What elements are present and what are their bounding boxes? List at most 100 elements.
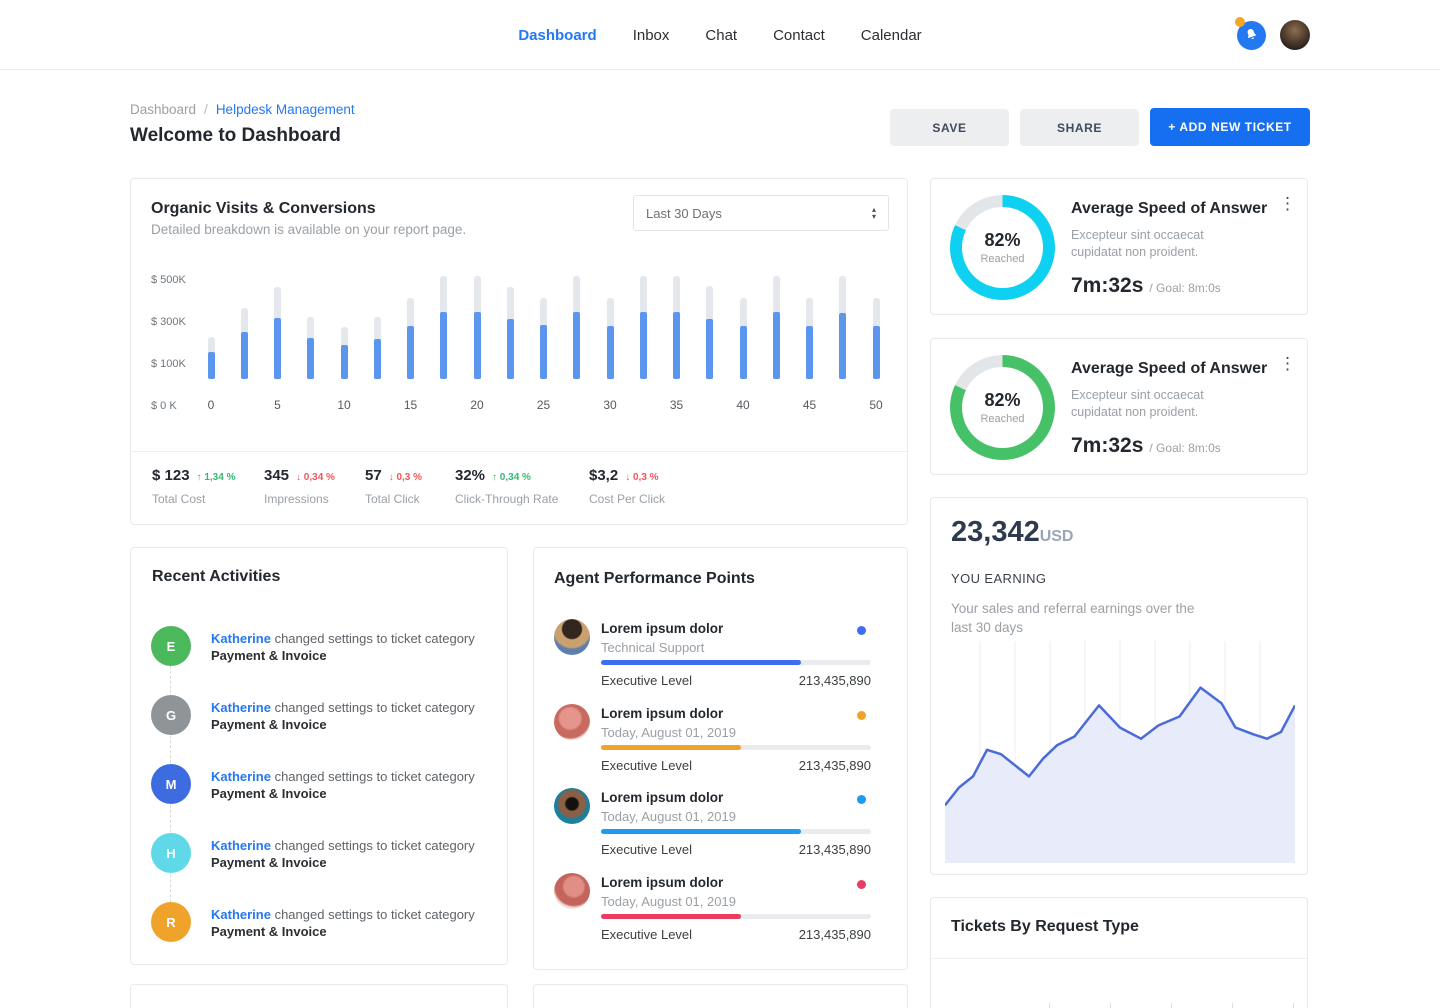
stat-cost-per-click: $3,2↓ 0,3 %Cost Per Click: [589, 467, 665, 506]
nav-item-contact[interactable]: Contact: [773, 27, 825, 44]
activity-user[interactable]: Katherine: [211, 769, 271, 784]
breadcrumb-current[interactable]: Helpdesk Management: [216, 102, 355, 117]
chart-tick: [1171, 1003, 1172, 1008]
donut-percent: 82%: [984, 390, 1020, 411]
x-axis-tick: 40: [736, 398, 749, 412]
stat-value: 345: [264, 467, 289, 484]
activity-user[interactable]: Katherine: [211, 700, 271, 715]
activity-user[interactable]: Katherine: [211, 631, 271, 646]
stat-label: Click-Through Rate: [455, 492, 558, 506]
activity-category: Payment & Invoice: [211, 648, 327, 663]
nav-item-dashboard[interactable]: Dashboard: [518, 27, 596, 44]
activity-category: Payment & Invoice: [211, 924, 327, 939]
activity-user[interactable]: Katherine: [211, 838, 271, 853]
speed-goal: / Goal: 8m:0s: [1149, 281, 1220, 295]
divider: [131, 451, 907, 452]
bell-icon: [1244, 27, 1259, 45]
speed-card-description: Excepteur sint occaecat cupidatat non pr…: [1071, 387, 1251, 421]
agent-name: Lorem ipsum dolor: [601, 621, 723, 636]
card-partial-left: [130, 984, 508, 1008]
earnings-card: 23,342USD YOU EARNING Your sales and ref…: [930, 497, 1308, 875]
stat-total-cost: $ 123↑ 1,34 %Total Cost: [152, 467, 235, 506]
recent-activity-item[interactable]: EKatherine changed settings to ticket ca…: [131, 626, 507, 666]
x-axis-tick: 10: [337, 398, 350, 412]
agent-avatar: [554, 704, 590, 740]
chart-tick: [1293, 1003, 1294, 1008]
activity-avatar: H: [151, 833, 191, 873]
agent-subtitle: Today, August 01, 2019: [601, 725, 736, 740]
stat-total-click: 57↓ 0,3 %Total Click: [365, 467, 422, 506]
save-button[interactable]: SAVE: [890, 109, 1009, 146]
speed-time: 7m:32s/ Goal: 8m:0s: [1071, 434, 1221, 458]
user-avatar[interactable]: [1280, 20, 1310, 50]
nav-item-inbox[interactable]: Inbox: [633, 27, 670, 44]
agent-avatar: [554, 873, 590, 909]
period-select[interactable]: Last 30 Days ▴▾: [633, 195, 889, 231]
recent-activity-item[interactable]: MKatherine changed settings to ticket ca…: [131, 764, 507, 804]
kebab-icon[interactable]: ⋮: [1279, 355, 1296, 373]
activity-text: Katherine changed settings to ticket cat…: [211, 906, 475, 940]
main-nav: Dashboard Inbox Chat Contact Calendar: [0, 0, 1440, 70]
recent-activity-item[interactable]: GKatherine changed settings to ticket ca…: [131, 695, 507, 735]
bar-reached: [573, 312, 580, 379]
x-axis-tick: 25: [537, 398, 550, 412]
page-title: Welcome to Dashboard: [130, 125, 341, 147]
progress-track: [601, 660, 871, 665]
bar-reached: [241, 332, 248, 379]
earnings-amount: 23,342USD: [951, 516, 1073, 549]
agent-name: Lorem ipsum dolor: [601, 706, 723, 721]
agents-card-title: Agent Performance Points: [554, 570, 755, 588]
nav-item-calendar[interactable]: Calendar: [861, 27, 922, 44]
notification-badge: [1235, 17, 1245, 27]
stat-value: 32%: [455, 467, 485, 484]
stat-value: $ 123: [152, 467, 190, 484]
speed-time: 7m:32s/ Goal: 8m:0s: [1071, 274, 1221, 298]
bar-reached: [873, 326, 880, 379]
organic-card-subtitle: Detailed breakdown is available on your …: [151, 222, 466, 237]
x-axis-tick: 45: [803, 398, 816, 412]
nav-item-chat[interactable]: Chat: [705, 27, 737, 44]
speed-card-title: Average Speed of Answer: [1071, 360, 1267, 378]
bar-reached: [806, 326, 813, 379]
bar-reached: [208, 352, 215, 380]
activity-user[interactable]: Katherine: [211, 907, 271, 922]
y-axis-tick: $ 500K: [151, 274, 186, 286]
bar-reached: [839, 313, 846, 379]
stat-impressions: 345↓ 0,34 %Impressions: [264, 467, 335, 506]
activity-avatar: G: [151, 695, 191, 735]
bar-reached: [407, 326, 414, 379]
agent-performance-card: Agent Performance Points Lorem ipsum dol…: [533, 547, 908, 970]
speed-card-description: Excepteur sint occaecat cupidatat non pr…: [1071, 227, 1251, 261]
y-axis-tick: $ 100K: [151, 358, 186, 370]
donut-percent: 82%: [984, 230, 1020, 251]
breadcrumb-parent[interactable]: Dashboard: [130, 102, 196, 117]
bar-reached: [607, 326, 614, 379]
topbar: Dashboard Inbox Chat Contact Calendar: [0, 0, 1440, 70]
stat-label: Total Click: [365, 492, 422, 506]
y-axis-tick: $ 300K: [151, 316, 186, 328]
recent-activity-item[interactable]: HKatherine changed settings to ticket ca…: [131, 833, 507, 873]
status-dot: [857, 711, 866, 720]
bar-reached: [673, 312, 680, 379]
chart-tick: [1049, 1003, 1050, 1008]
stat-label: Impressions: [264, 492, 335, 506]
activity-category: Payment & Invoice: [211, 855, 327, 870]
stat-delta: ↓ 0,3 %: [625, 472, 658, 483]
stat-delta: ↓ 0,3 %: [389, 472, 422, 483]
earnings-currency: USD: [1040, 528, 1074, 545]
organic-visits-card: Organic Visits & Conversions Detailed br…: [130, 178, 908, 525]
kebab-icon[interactable]: ⋮: [1279, 195, 1296, 213]
speed-donut-chart: 82%Reached: [950, 195, 1055, 300]
share-button[interactable]: SHARE: [1020, 109, 1139, 146]
stat-delta: ↑ 1,34 %: [197, 472, 236, 483]
donut-caption: Reached: [980, 413, 1024, 425]
agent-avatar: [554, 619, 590, 655]
tickets-by-request-type-card: Tickets By Request Type: [930, 897, 1308, 1008]
bar-reached: [374, 339, 381, 379]
add-new-ticket-button[interactable]: + ADD NEW TICKET: [1150, 108, 1310, 146]
updown-arrows-icon: ▴▾: [872, 206, 876, 220]
x-axis-tick: 35: [670, 398, 683, 412]
bar-reached: [274, 318, 281, 379]
recent-activity-item[interactable]: RKatherine changed settings to ticket ca…: [131, 902, 507, 942]
chart-tick: [1110, 1003, 1111, 1008]
